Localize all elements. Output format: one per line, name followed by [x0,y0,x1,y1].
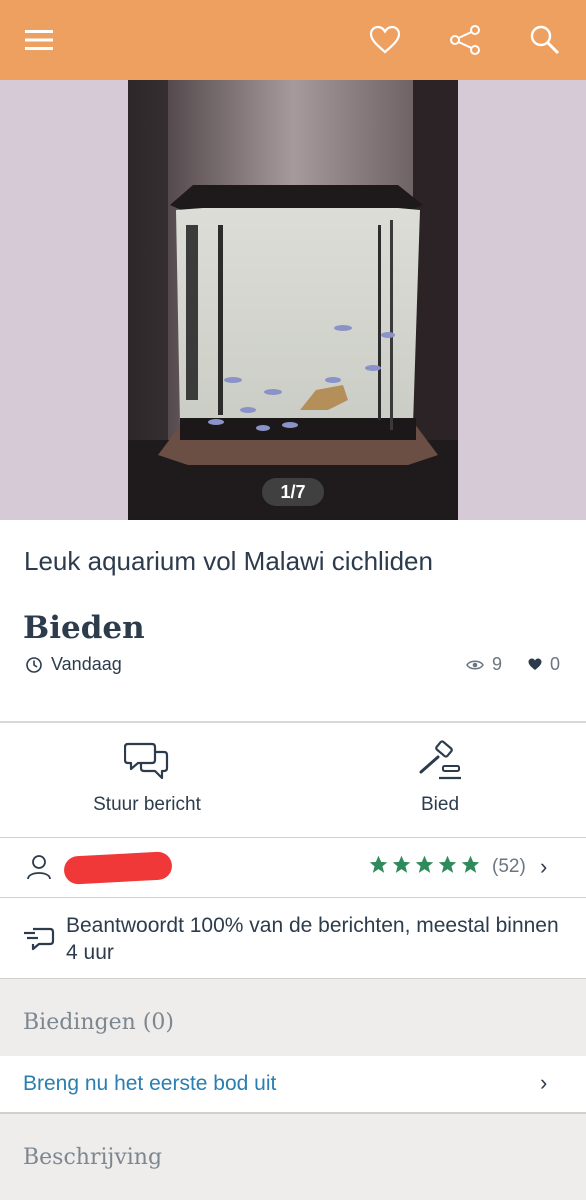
user-icon [27,855,51,880]
search-icon [530,25,560,55]
gavel-icon [419,740,461,780]
eye-icon [466,660,484,669]
favorite-count: 0 [528,654,560,675]
share-button[interactable] [441,16,489,64]
heart-filled-icon [528,658,542,670]
bids-header: Biedingen (0) [23,1010,174,1035]
first-bid-text: Breng nu het eerste bod uit [23,1072,277,1095]
description-section-header: Beschrijving [0,1114,586,1200]
listing-title: Leuk aquarium vol Malawi cichliden [24,546,433,576]
search-button[interactable] [521,16,569,64]
star-icon [415,855,434,873]
listing-date-text: Vandaag [51,654,122,674]
view-count: 9 [466,654,502,675]
response-info-text: Beantwoordt 100% van de berichten, meest… [66,914,559,964]
top-bar [0,0,586,80]
share-icon [450,25,480,55]
divider [0,721,586,723]
chat-icon [124,742,169,780]
star-icon [392,855,411,873]
listing-photo[interactable] [128,80,458,520]
menu-button[interactable] [15,16,63,64]
chevron-right-icon: › [540,854,548,879]
star-icon [438,855,457,873]
star-icon [369,855,388,873]
favorite-button[interactable] [361,16,409,64]
clock-icon [26,656,42,673]
fast-reply-icon [24,927,55,951]
description-header: Beschrijving [23,1145,163,1170]
aquarium-photo [128,80,458,520]
star-icon [461,855,480,873]
photo-gallery[interactable]: 1/7 [0,80,586,520]
bid-button[interactable]: Bied [380,740,500,830]
review-count: (52) [492,856,526,877]
seller-rating [368,854,481,875]
favorite-count-text: 0 [550,654,561,674]
listing-date: Vandaag [25,654,122,675]
chevron-right-icon: › [540,1070,548,1095]
listing-price: Bieden [23,610,145,646]
bid-label: Bied [420,794,460,815]
send-message-label: Stuur bericht [93,794,201,815]
heart-icon [369,25,401,54]
bids-section-header: Biedingen (0) [0,979,586,1056]
redacted-seller-name [63,851,173,885]
first-bid-link[interactable]: Breng nu het eerste bod uit › [0,1056,586,1112]
photo-counter: 1/7 [262,478,324,506]
send-message-button[interactable]: Stuur bericht [72,740,222,830]
seller-row[interactable]: (52) › [0,838,586,896]
menu-icon [25,30,53,50]
response-info: Beantwoordt 100% van de berichten, meest… [0,898,586,978]
view-count-text: 9 [492,654,503,674]
